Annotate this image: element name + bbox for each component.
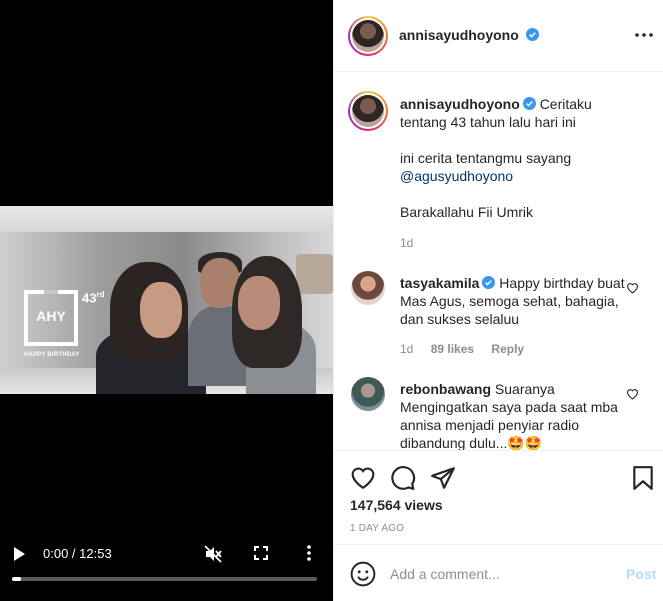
save-bookmark-icon[interactable]: [630, 465, 656, 491]
overlay-caption: HAPPY BIRTHDAY: [24, 352, 80, 358]
caption-line-3: Barakallahu Fii Umrik: [400, 204, 534, 220]
comment-likes[interactable]: 89 likes: [431, 342, 474, 356]
post-header: annisayudhoyono: [334, 0, 663, 72]
background-shelf: [296, 254, 333, 294]
header-username[interactable]: annisayudhoyono: [399, 27, 519, 43]
comment-input[interactable]: [390, 561, 600, 587]
emoji-icon[interactable]: [350, 561, 376, 587]
post-sidebar: annisayudhoyono annisayudhoyono Ceritaku…: [333, 0, 663, 601]
video-player[interactable]: AHY 43rd HAPPY BIRTHDAY 0:00 / 12:53: [0, 0, 333, 601]
video-time: 0:00 / 12:53: [43, 546, 112, 561]
overlay-number-suffix: rd: [96, 290, 105, 299]
like-heart-icon[interactable]: [350, 465, 376, 491]
comment-meta: 1d 89 likes Reply: [400, 342, 538, 356]
video-controls: 0:00 / 12:53: [0, 540, 333, 570]
comment-bubble-icon[interactable]: [390, 465, 416, 491]
add-comment-bar: Post: [334, 544, 663, 601]
share-paper-plane-icon[interactable]: [430, 465, 456, 491]
overlay-number-value: 43: [82, 290, 97, 306]
view-count[interactable]: 147,564 views: [350, 497, 443, 513]
more-options-icon[interactable]: [634, 27, 654, 43]
comment-username[interactable]: rebonbawang: [400, 381, 491, 397]
comment-text: rebonbawang Suaranya Mengingatkan saya p…: [400, 380, 626, 450]
caption-username[interactable]: annisayudhoyono: [400, 96, 520, 112]
caption-mention-link[interactable]: @agusyudhoyono: [400, 168, 513, 184]
comment-text: tasyakamila Happy birthday buat Mas Agus…: [400, 274, 626, 328]
caption-text: annisayudhoyono Ceritaku tentang 43 tahu…: [400, 95, 626, 221]
girl-face: [140, 282, 182, 338]
comment-avatar[interactable]: [351, 271, 385, 305]
header-username-row: annisayudhoyono: [399, 27, 539, 43]
video-progress-fill: [12, 577, 22, 581]
verified-badge-icon: [522, 97, 536, 110]
caption-meta: 1d: [400, 236, 427, 250]
video-progress-bar[interactable]: [12, 577, 317, 581]
avatar[interactable]: [348, 16, 388, 56]
video-more-icon[interactable]: [302, 544, 316, 562]
caption-line-2: ini cerita tentangmu sayang: [400, 150, 572, 166]
verified-badge-icon: [482, 276, 496, 289]
ahy-logo-text: AHY: [36, 308, 66, 324]
comment-username[interactable]: tasyakamila: [400, 275, 479, 291]
overlay-number: 43rd: [82, 290, 104, 305]
verified-badge-icon: [525, 28, 539, 41]
play-icon[interactable]: [12, 546, 26, 562]
post-actions: 147,564 views 1 DAY AGO: [334, 450, 663, 544]
ahy-logo: AHY: [24, 290, 78, 346]
like-comment-heart-icon[interactable]: [626, 388, 639, 400]
woman-face: [238, 276, 280, 330]
post-timestamp[interactable]: 1 DAY AGO: [350, 523, 404, 534]
video-frame[interactable]: AHY 43rd HAPPY BIRTHDAY: [0, 206, 333, 394]
caption-avatar[interactable]: [348, 91, 388, 131]
comment-age[interactable]: 1d: [400, 342, 413, 356]
like-comment-heart-icon[interactable]: [626, 282, 639, 294]
comment-avatar[interactable]: [351, 377, 385, 411]
comment-reply-button[interactable]: Reply: [491, 342, 524, 356]
caption-age[interactable]: 1d: [400, 236, 413, 250]
comments-section[interactable]: annisayudhoyono Ceritaku tentang 43 tahu…: [334, 73, 663, 450]
post-comment-button[interactable]: Post: [626, 566, 656, 582]
fullscreen-icon[interactable]: [254, 546, 268, 560]
muted-speaker-icon[interactable]: [204, 545, 222, 563]
